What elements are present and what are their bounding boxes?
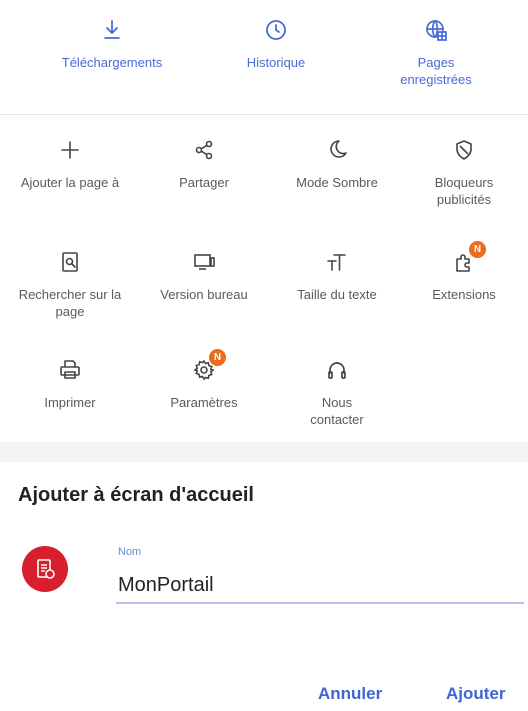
- menu-item-label: Pages enregistrées: [400, 55, 472, 87]
- menu-item-settings[interactable]: N Paramètres: [142, 349, 266, 411]
- name-field-label: Nom: [118, 546, 142, 558]
- menu-item-label: Paramètres: [170, 395, 238, 410]
- menu-item-downloads[interactable]: Téléchargements: [42, 16, 182, 71]
- dialog-title: Ajouter à écran d'accueil: [18, 484, 254, 506]
- menu-item-saved-pages[interactable]: Pages enregistrées: [366, 16, 506, 88]
- menu-item-label: Bloqueurs publicités: [434, 175, 494, 207]
- menu-item-label: Ajouter la page à: [20, 175, 120, 190]
- text-size-icon: [323, 248, 351, 276]
- desktop-icon: [190, 248, 218, 276]
- headset-icon: [323, 356, 351, 384]
- menu-item-history[interactable]: Historique: [206, 16, 346, 71]
- menu-item-label: Taille du texte: [297, 287, 377, 302]
- menu-divider: [0, 114, 528, 115]
- menu-item-desktop-version[interactable]: Version bureau: [142, 248, 266, 303]
- download-icon: [98, 16, 126, 44]
- cancel-button[interactable]: Annuler: [318, 684, 382, 704]
- browser-menu: Téléchargements Historique Pages enregis…: [0, 0, 528, 442]
- new-badge: N: [209, 349, 226, 366]
- menu-item-label: Rechercher sur la page: [18, 287, 122, 319]
- menu-item-dark-mode[interactable]: Mode Sombre: [272, 136, 402, 191]
- find-in-page-icon: [56, 248, 84, 276]
- page-icon: [37, 559, 55, 579]
- menu-item-label: Mode Sombre: [296, 175, 378, 190]
- clock-icon: [262, 16, 290, 44]
- add-button[interactable]: Ajouter: [446, 684, 506, 704]
- extensions-icon: N: [450, 241, 486, 276]
- menu-top-row: Téléchargements Historique Pages enregis…: [0, 0, 528, 114]
- menu-item-extensions[interactable]: N Extensions: [402, 241, 526, 303]
- menu-item-add-page[interactable]: Ajouter la page à: [6, 136, 134, 191]
- menu-item-label: Extensions: [432, 287, 496, 302]
- globe-save-icon: [422, 16, 450, 44]
- name-input[interactable]: [116, 568, 524, 604]
- printer-icon: [56, 356, 84, 384]
- menu-item-print[interactable]: Imprimer: [6, 356, 134, 411]
- share-icon: [190, 136, 218, 164]
- menu-item-label: Historique: [246, 55, 306, 70]
- menu-item-label: Imprimer: [44, 395, 96, 410]
- gear-icon: N: [190, 349, 226, 384]
- menu-item-label: Nous contacter: [310, 395, 364, 427]
- menu-item-share[interactable]: Partager: [142, 136, 266, 191]
- add-to-homescreen-dialog: Ajouter à écran d'accueil Nom Annuler Aj…: [0, 462, 528, 711]
- moon-icon: [323, 136, 351, 164]
- new-badge: N: [469, 241, 486, 258]
- menu-item-label: Version bureau: [160, 287, 248, 302]
- menu-item-contact-us[interactable]: Nous contacter: [272, 356, 402, 428]
- shield-icon: [450, 136, 478, 164]
- menu-item-label: Partager: [179, 175, 229, 190]
- menu-item-text-size[interactable]: Taille du texte: [272, 248, 402, 303]
- menu-item-ad-blockers[interactable]: Bloqueurs publicités: [402, 136, 526, 208]
- plus-icon: [56, 136, 84, 164]
- menu-item-find-in-page[interactable]: Rechercher sur la page: [6, 248, 134, 320]
- app-icon: [22, 546, 68, 592]
- menu-item-label: Téléchargements: [61, 55, 163, 70]
